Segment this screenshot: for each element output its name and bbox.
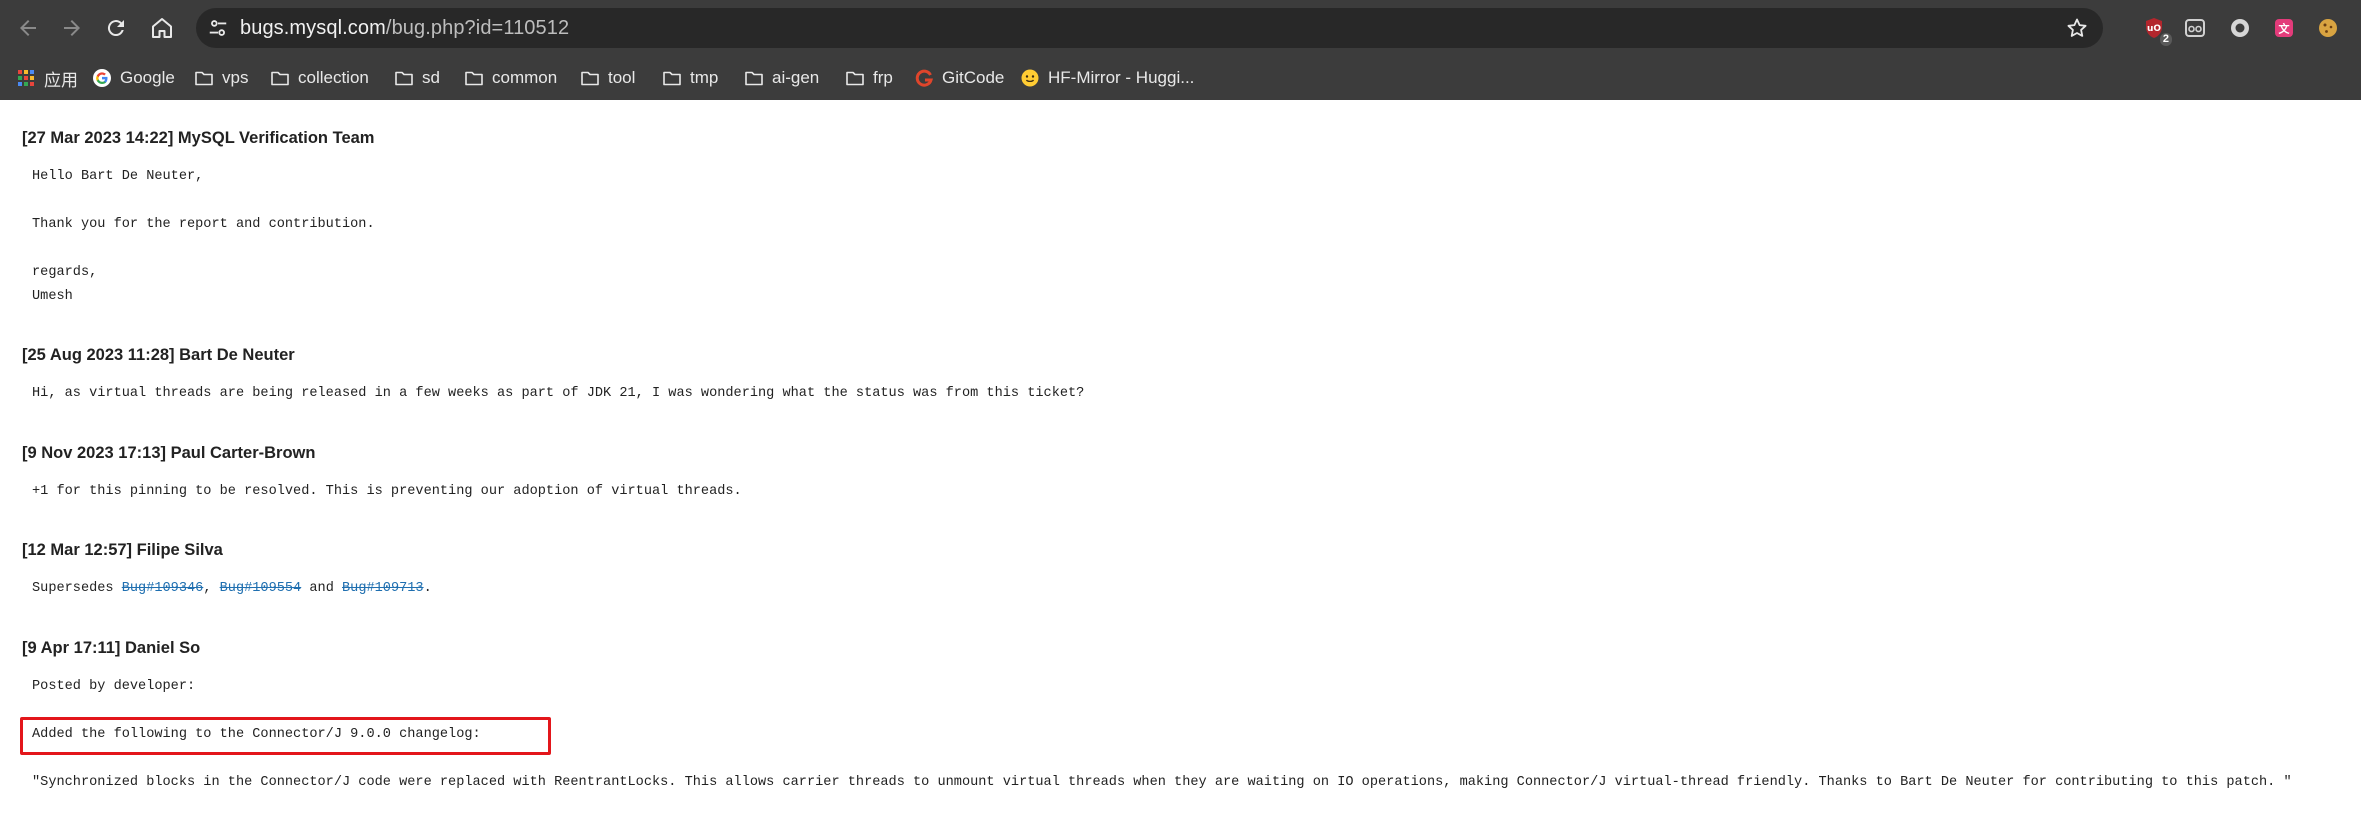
reader-icon xyxy=(2185,19,2205,37)
site-info-button[interactable] xyxy=(206,16,230,40)
bookmark-folder-vps[interactable]: vps xyxy=(194,64,248,92)
bookmark-label: GitCode xyxy=(942,68,1005,87)
folder-icon xyxy=(271,71,289,86)
bookmark-label: vps xyxy=(222,68,249,87)
folder-icon xyxy=(581,71,599,86)
folder-icon xyxy=(465,71,483,86)
bookmark-label: common xyxy=(492,68,558,87)
bookmark-folder-ai-gen[interactable]: ai-gen xyxy=(744,64,819,92)
folder-icon xyxy=(395,71,413,86)
comment-line: Umesh xyxy=(32,289,73,304)
separator: , xyxy=(203,581,220,596)
bookmark-label: collection xyxy=(298,68,369,87)
folder-icon xyxy=(846,71,864,86)
comment-line: Posted by developer: xyxy=(32,679,196,694)
bookmark-label: sd xyxy=(422,68,440,87)
back-button[interactable] xyxy=(12,12,44,44)
bookmark-apps[interactable]: 应用 xyxy=(16,64,78,92)
supersedes-suffix: . xyxy=(423,581,432,596)
url-text[interactable]: bugs.mysql.com/bug.php?id=110512 xyxy=(240,17,569,40)
extension-translate[interactable]: 文 xyxy=(2270,14,2298,42)
star-icon xyxy=(2067,18,2087,37)
translate-icon: 文 xyxy=(2275,19,2293,37)
folder-icon xyxy=(663,71,681,86)
hf-mirror-icon xyxy=(1021,69,1039,87)
ublock-badge: 2 xyxy=(2159,33,2172,46)
record-icon xyxy=(2231,19,2249,37)
extension-ublock[interactable]: uO 2 xyxy=(2140,14,2172,46)
bug-page-content: [27 Mar 2023 14:22] MySQL Verification T… xyxy=(0,100,2361,822)
comment-header: [9 Apr 17:11] Daniel So xyxy=(22,639,201,657)
cookie-icon xyxy=(2319,19,2337,37)
bug-link[interactable]: Bug#109554 xyxy=(220,581,302,596)
apps-grid-icon xyxy=(18,70,34,86)
bookmark-google[interactable]: Google xyxy=(92,64,175,92)
bookmark-star-button[interactable] xyxy=(2065,16,2089,40)
browser-chrome: bugs.mysql.com/bug.php?id=110512 uO 2 文 xyxy=(0,0,2361,100)
tune-icon xyxy=(209,20,227,36)
folder-icon xyxy=(195,71,213,86)
bookmark-hf-mirror[interactable]: HF-Mirror - Huggi... xyxy=(1020,64,1194,92)
bug-link[interactable]: Bug#109713 xyxy=(342,581,424,596)
extension-cookie[interactable] xyxy=(2314,14,2342,42)
arrow-right-icon xyxy=(64,20,80,36)
comment-header: [25 Aug 2023 11:28] Bart De Neuter xyxy=(22,346,295,364)
extension-reader[interactable] xyxy=(2181,14,2209,42)
changelog-entry: "Synchronized blocks in the Connector/J … xyxy=(32,775,2292,790)
bug-link[interactable]: Bug#109346 xyxy=(122,581,204,596)
comment-line: +1 for this pinning to be resolved. This… xyxy=(32,484,742,499)
reload-button[interactable] xyxy=(100,12,132,44)
bookmarks-bar: 应用 Google vps collection sd common tool … xyxy=(0,56,2361,100)
google-icon xyxy=(93,69,111,87)
comment-header: [12 Mar 12:57] Filipe Silva xyxy=(22,541,223,559)
svg-text:uO: uO xyxy=(2147,24,2161,34)
gitcode-icon xyxy=(915,69,933,87)
separator: and xyxy=(301,581,343,596)
comment-line: Hello Bart De Neuter, xyxy=(32,169,204,184)
comment-line: Thank you for the report and contributio… xyxy=(32,217,375,232)
forward-button[interactable] xyxy=(56,12,88,44)
svg-text:文: 文 xyxy=(2279,22,2291,36)
bookmark-label: tool xyxy=(608,68,636,87)
bookmark-label: HF-Mirror - Huggi... xyxy=(1048,68,1195,87)
bookmark-label: tmp xyxy=(690,68,719,87)
extension-record[interactable] xyxy=(2226,14,2254,42)
comment-header: [9 Nov 2023 17:13] Paul Carter-Brown xyxy=(22,444,316,462)
url-path: /bug.php?id=110512 xyxy=(385,17,570,39)
bookmark-label: ai-gen xyxy=(772,68,820,87)
supersedes-prefix: Supersedes xyxy=(32,581,122,596)
comment-line: regards, xyxy=(32,265,98,280)
bookmark-label: Google xyxy=(120,68,175,87)
bookmark-label: frp xyxy=(873,68,893,87)
bookmark-folder-sd[interactable]: sd xyxy=(394,64,440,92)
address-bar[interactable]: bugs.mysql.com/bug.php?id=110512 xyxy=(196,8,2103,48)
home-button[interactable] xyxy=(146,12,178,44)
comment-line: Hi, as virtual threads are being release… xyxy=(32,386,1085,401)
bookmark-label: 应用 xyxy=(44,70,78,90)
bookmark-folder-frp[interactable]: frp xyxy=(845,64,893,92)
folder-icon xyxy=(745,71,763,86)
browser-toolbar: bugs.mysql.com/bug.php?id=110512 uO 2 文 xyxy=(0,0,2361,56)
arrow-left-icon xyxy=(20,20,36,36)
comment-header: [27 Mar 2023 14:22] MySQL Verification T… xyxy=(22,129,375,147)
bookmark-gitcode[interactable]: GitCode xyxy=(914,64,1004,92)
home-icon xyxy=(152,18,172,38)
reload-icon xyxy=(107,20,124,37)
bookmark-folder-tmp[interactable]: tmp xyxy=(662,64,718,92)
bookmark-folder-collection[interactable]: collection xyxy=(270,64,369,92)
url-host: bugs.mysql.com xyxy=(240,17,386,39)
bookmark-folder-tool[interactable]: tool xyxy=(580,64,635,92)
supersedes-line: Supersedes Bug#109346, Bug#109554 and Bu… xyxy=(32,581,432,596)
bookmark-folder-common[interactable]: common xyxy=(464,64,557,92)
changelog-intro-line: Added the following to the Connector/J 9… xyxy=(32,727,481,742)
